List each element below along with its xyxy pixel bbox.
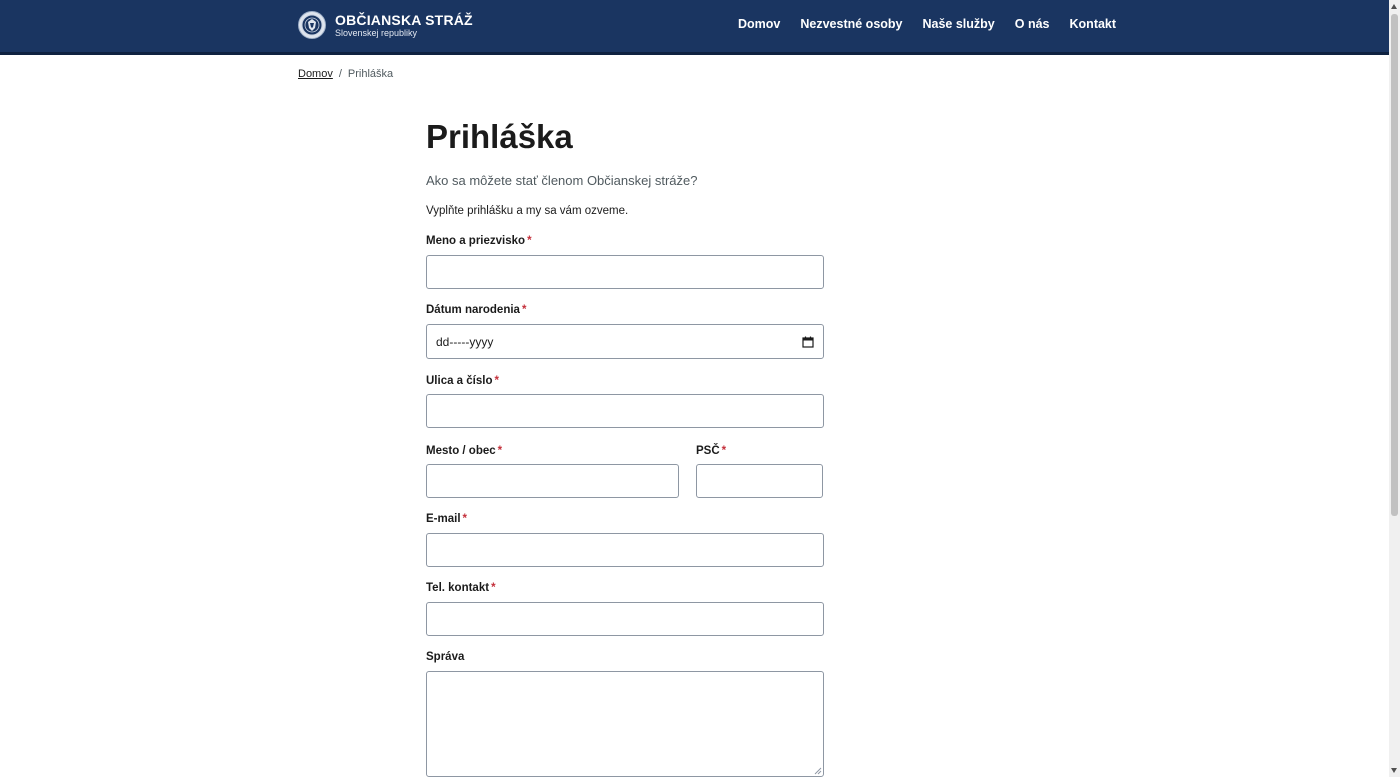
city-label-text: Mesto / obec [426,445,496,457]
name-input[interactable] [426,255,824,289]
nav-item-o-nas[interactable]: O nás [1015,17,1050,31]
page-intro: Ako sa môžete stať členom Občianskej str… [426,173,698,188]
scroll-up-icon[interactable] [1391,4,1397,9]
city-label: Mesto / obec * [426,445,502,457]
breadcrumb: Domov / Prihláška [298,68,393,80]
breadcrumb-separator: / [338,68,342,80]
scroll-thumb[interactable] [1391,14,1398,516]
street-input[interactable] [426,394,824,428]
message-label-text: Správa [426,651,465,663]
nav-item-kontakt[interactable]: Kontakt [1070,17,1117,31]
message-label: Správa [426,651,464,663]
required-mark: * [462,513,467,525]
site-header: OBČIANSKA STRÁŽ Slovenskej republiky Dom… [0,0,1389,55]
required-mark: * [494,375,499,387]
brand-subtitle: Slovenskej republiky [335,27,418,38]
calendar-icon[interactable] [802,336,814,348]
required-mark: * [497,445,503,457]
zip-label-text: PSČ [696,445,720,457]
phone-label-text: Tel. kontakt [426,582,490,594]
shield-emblem-icon [298,11,326,39]
zip-label: PSČ * [696,445,726,457]
required-mark: * [491,582,496,594]
nav-item-nase-sluzby[interactable]: Naše služby [923,17,995,31]
phone-input[interactable] [426,602,824,636]
birthdate-input[interactable]: dd-----yyyy [426,324,824,359]
name-label: Meno a priezvisko * [426,235,532,247]
scroll-down-icon[interactable] [1391,768,1397,773]
required-mark: * [521,304,527,316]
breadcrumb-home-link[interactable]: Domov [298,68,333,80]
birthdate-label-text: Dátum narodenia [426,304,520,316]
email-label-text: E-mail [426,513,461,525]
birthdate-label: Dátum narodenia * [426,304,526,316]
message-wrapper [426,671,824,777]
nav-item-nezvestne-osoby[interactable]: Nezvestné osoby [800,17,902,31]
email-input[interactable] [426,533,824,567]
street-label: Ulica a číslo * [426,375,499,387]
birthdate-placeholder: dd-----yyyy [436,334,494,349]
required-mark: * [721,445,727,457]
breadcrumb-current: Prihláška [347,68,394,80]
city-input[interactable] [426,464,679,498]
main-nav: Domov Nezvestné osoby Naše služby O nás … [728,17,1126,31]
email-label: E-mail * [426,513,467,525]
phone-label: Tel. kontakt * [426,582,496,594]
brand-link[interactable]: OBČIANSKA STRÁŽ Slovenskej republiky [298,11,473,39]
street-label-text: Ulica a číslo [426,375,493,387]
page-scrollbar[interactable] [1389,0,1400,777]
nav-item-domov[interactable]: Domov [738,17,780,31]
required-mark: * [527,235,532,247]
resize-handle-icon[interactable] [814,767,822,775]
zip-input[interactable] [696,464,823,498]
message-textarea[interactable] [426,671,824,777]
form-hint: Vyplňte prihlášku a my sa vám ozveme. [426,205,629,217]
brand-title: OBČIANSKA STRÁŽ [335,11,473,28]
page-title: Prihláška [426,118,573,155]
name-label-text: Meno a priezvisko [426,235,526,247]
